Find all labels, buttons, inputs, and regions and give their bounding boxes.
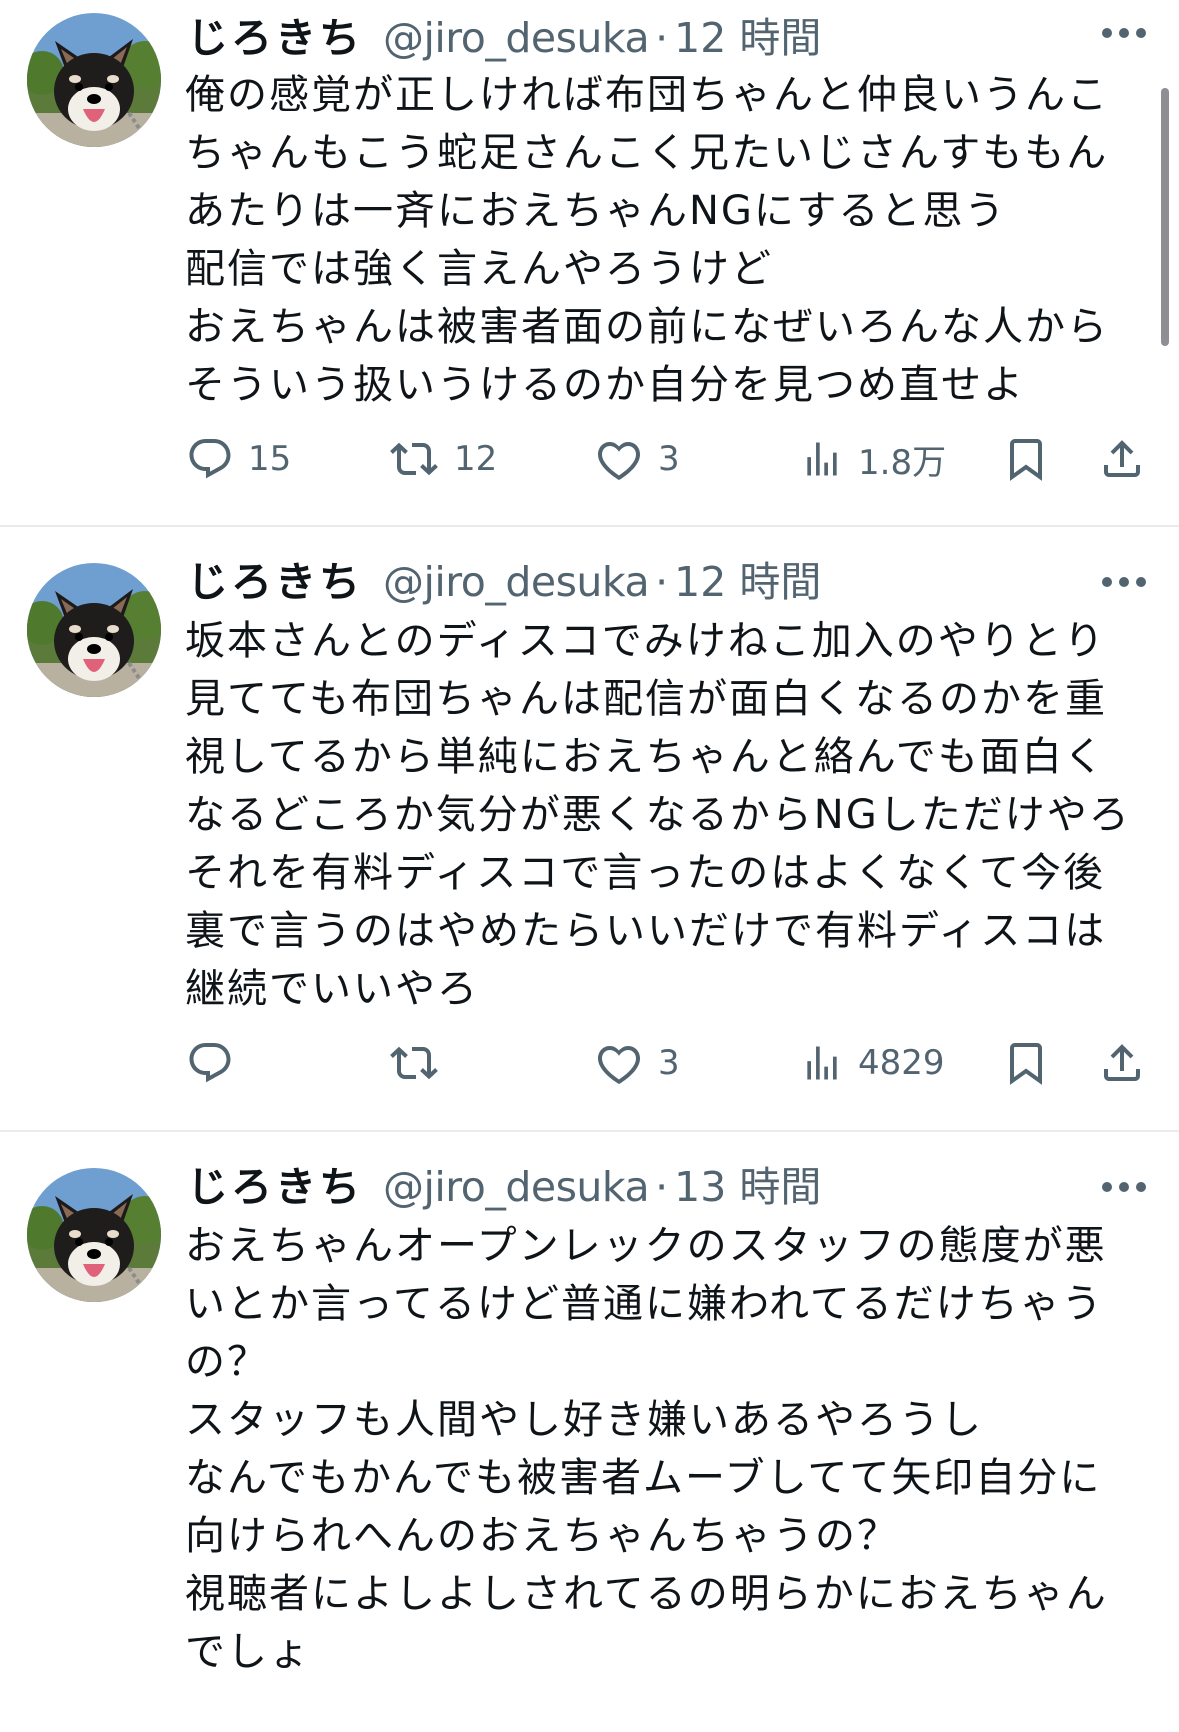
tweet-header: じろきち @jiro_desuka · 13 時間 <box>187 1157 821 1217</box>
avatar-shiba-dog <box>27 563 161 697</box>
bookmark-button[interactable] <box>1002 424 1050 494</box>
reply-button[interactable] <box>186 1028 248 1098</box>
avatar-shiba-dog <box>27 13 161 147</box>
views-count: 1.8万 <box>858 442 947 483</box>
share-icon <box>1104 1044 1140 1081</box>
views-button[interactable]: 1.8万 <box>800 424 946 494</box>
like-button[interactable]: 3 <box>594 1028 680 1098</box>
timestamp[interactable]: 12 時間 <box>674 552 821 612</box>
timestamp[interactable]: 12 時間 <box>674 8 821 68</box>
display-name[interactable]: じろきち <box>187 1157 363 1217</box>
views-icon <box>807 1046 837 1080</box>
scrollbar[interactable] <box>1161 88 1169 346</box>
action-bar: 3 4829 <box>0 1028 1179 1098</box>
like-icon <box>598 441 640 481</box>
like-button[interactable]: 3 <box>594 424 680 494</box>
more-icon[interactable] <box>1100 575 1148 589</box>
tweet-text: おえちゃんオープンレックのスタッフの態度が悪 いとか言ってるけど普通に嫌われてる… <box>185 1223 1108 1675</box>
tweet[interactable]: じろきち @jiro_desuka · 13 時間 おえちゃんオープンレックのス… <box>0 1132 1179 1732</box>
avatar[interactable] <box>27 1168 161 1302</box>
views-count: 4829 <box>858 1043 945 1083</box>
separator-dot: · <box>655 1163 669 1211</box>
timestamp[interactable]: 13 時間 <box>674 1157 821 1217</box>
avatar-shiba-dog <box>27 1168 161 1302</box>
separator-dot: · <box>655 14 669 62</box>
like-count: 3 <box>658 439 680 479</box>
like-icon <box>598 1045 640 1085</box>
tweet-header: じろきち @jiro_desuka · 12 時間 <box>187 8 821 68</box>
retweet-icon <box>390 1046 438 1080</box>
views-button[interactable]: 4829 <box>800 1028 945 1098</box>
views-icon <box>807 442 837 476</box>
like-count: 3 <box>658 1043 680 1083</box>
user-handle[interactable]: @jiro_desuka <box>383 1157 650 1217</box>
retweet-icon <box>390 442 438 476</box>
display-name[interactable]: じろきち <box>187 552 363 612</box>
user-handle[interactable]: @jiro_desuka <box>383 552 650 612</box>
share-button[interactable] <box>1098 424 1146 494</box>
share-icon <box>1104 440 1140 477</box>
tweet[interactable]: じろきち @jiro_desuka · 12 時間 俺の感覚が正しければ布団ちゃ… <box>0 0 1179 525</box>
tweet[interactable]: じろきち @jiro_desuka · 12 時間 坂本さんとのディスコでみけね… <box>0 527 1179 1130</box>
action-bar: 15 12 3 1.8万 <box>0 424 1179 494</box>
share-button[interactable] <box>1098 1028 1146 1098</box>
reply-icon <box>189 439 231 479</box>
retweet-button[interactable] <box>388 1028 454 1098</box>
tweet-text: 坂本さんとのディスコでみけねこ加入のやりとり 見てても布団ちゃんは配信が面白くな… <box>185 618 1131 1012</box>
separator-dot: · <box>655 558 669 606</box>
more-icon[interactable] <box>1100 26 1148 40</box>
bookmark-icon <box>1010 439 1042 481</box>
reply-icon <box>189 1043 231 1083</box>
bookmark-button[interactable] <box>1002 1028 1050 1098</box>
tweet-text: 俺の感覚が正しければ布団ちゃんと仲良いうんこ ちゃんもこう蛇足さんこく兄たいじさ… <box>185 72 1109 408</box>
more-icon[interactable] <box>1100 1180 1148 1194</box>
tweet-header: じろきち @jiro_desuka · 12 時間 <box>187 552 821 612</box>
reply-button[interactable]: 15 <box>186 424 291 494</box>
avatar[interactable] <box>27 13 161 147</box>
reply-count: 15 <box>248 439 292 479</box>
retweet-count: 12 <box>454 439 498 479</box>
avatar[interactable] <box>27 563 161 697</box>
display-name[interactable]: じろきち <box>187 8 363 68</box>
bookmark-icon <box>1010 1043 1042 1085</box>
retweet-button[interactable]: 12 <box>388 424 497 494</box>
user-handle[interactable]: @jiro_desuka <box>383 8 650 68</box>
